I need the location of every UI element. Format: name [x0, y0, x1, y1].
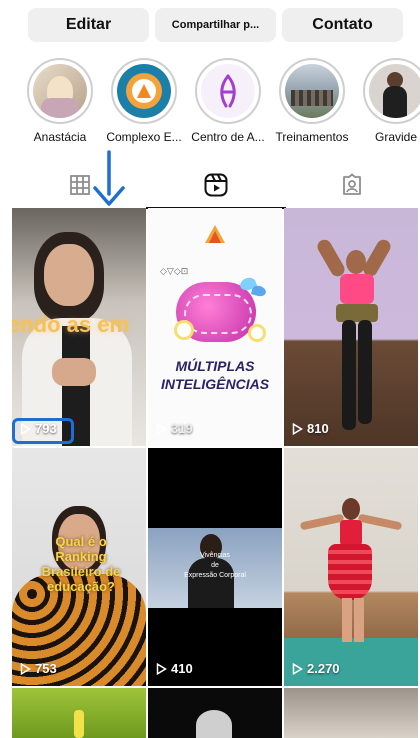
reel-caption-line2: INTELIGÊNCIAS — [160, 376, 270, 392]
play-icon — [292, 422, 303, 435]
contact-button[interactable]: Contato — [282, 8, 403, 42]
tab-reels[interactable] — [146, 163, 286, 209]
view-count-value: 753 — [35, 661, 57, 676]
reel-caption-line1: Vivências — [200, 552, 230, 559]
highlight-ring — [195, 58, 261, 124]
reel-item[interactable] — [148, 688, 282, 738]
brand-logo-icon — [205, 225, 225, 243]
highlight-label: Centro de A... — [191, 130, 265, 144]
play-icon — [156, 422, 167, 435]
reel-item[interactable]: Qual é o Ranking Brasileiro de educação?… — [12, 448, 146, 686]
reel-item[interactable]: endo as em 793 — [12, 208, 146, 446]
tab-tagged[interactable] — [282, 163, 420, 207]
view-count-value: 410 — [171, 661, 193, 676]
play-icon — [156, 662, 167, 675]
view-count: 319 — [156, 421, 193, 436]
play-icon — [20, 662, 31, 675]
highlight-ring — [279, 58, 345, 124]
highlight-anastacia[interactable]: Anastácia — [20, 58, 100, 144]
highlight-label: Complexo E... — [106, 130, 182, 144]
highlight-ring — [27, 58, 93, 124]
reel-item[interactable]: 810 — [284, 208, 418, 446]
highlight-centro[interactable]: Centro de A... — [188, 58, 268, 144]
profile-tabs — [0, 163, 420, 209]
view-count: 753 — [20, 661, 57, 676]
reel-caption-line2: de — [211, 562, 219, 569]
tagged-icon — [343, 173, 361, 195]
highlight-thumbnail — [285, 64, 339, 118]
view-count-value: 2.270 — [307, 661, 340, 676]
story-highlights: Anastácia Complexo E... Centro de A... T… — [0, 58, 420, 158]
reel-item[interactable] — [12, 688, 146, 738]
reel-item[interactable]: Vivências de Expressão Corporal 410 — [148, 448, 282, 686]
play-icon — [20, 422, 31, 435]
reel-item[interactable]: 2.270 — [284, 448, 418, 686]
reel-caption-line3: Expressão Corporal — [184, 572, 246, 579]
view-count-value: 793 — [35, 421, 57, 436]
highlight-thumbnail — [201, 64, 255, 118]
reels-grid: endo as em 793 ◇▽◇⊡ MÚLTIPLAS INTELIGÊNC… — [12, 208, 420, 738]
view-count: 810 — [292, 421, 329, 436]
view-count-value: 319 — [171, 421, 193, 436]
reel-item[interactable] — [284, 688, 418, 738]
reel-caption-line1: MÚLTIPLAS — [175, 358, 255, 374]
highlight-label: Gravide — [374, 130, 418, 144]
highlight-treinamentos[interactable]: Treinamentos — [272, 58, 352, 144]
view-count-value: 810 — [307, 421, 329, 436]
highlight-complexo[interactable]: Complexo E... — [104, 58, 184, 144]
reels-icon — [204, 173, 228, 197]
profile-actions: Editar Compartilhar p... Contato — [0, 6, 420, 44]
highlight-label: Anastácia — [33, 130, 87, 144]
highlight-thumbnail — [369, 64, 420, 118]
tab-grid[interactable] — [10, 163, 150, 207]
grid-icon — [70, 175, 90, 195]
share-profile-button[interactable]: Compartilhar p... — [155, 8, 276, 42]
reel-caption: Qual é o Ranking Brasileiro de educação? — [41, 534, 121, 594]
view-count: 2.270 — [292, 661, 340, 676]
highlight-label: Treinamentos — [275, 130, 349, 144]
brand-mark: ◇▽◇⊡ — [160, 266, 189, 276]
reel-caption: endo as em — [12, 312, 130, 337]
highlight-thumbnail — [33, 64, 87, 118]
highlight-gravidez[interactable]: Gravide — [356, 58, 420, 144]
highlight-ring — [111, 58, 177, 124]
highlight-ring — [363, 58, 420, 124]
edit-button[interactable]: Editar — [28, 8, 149, 42]
reel-item[interactable]: ◇▽◇⊡ MÚLTIPLAS INTELIGÊNCIAS 319 — [148, 208, 282, 446]
play-icon — [292, 662, 303, 675]
highlight-thumbnail — [117, 64, 171, 118]
view-count: 410 — [156, 661, 193, 676]
view-count: 793 — [20, 421, 57, 436]
